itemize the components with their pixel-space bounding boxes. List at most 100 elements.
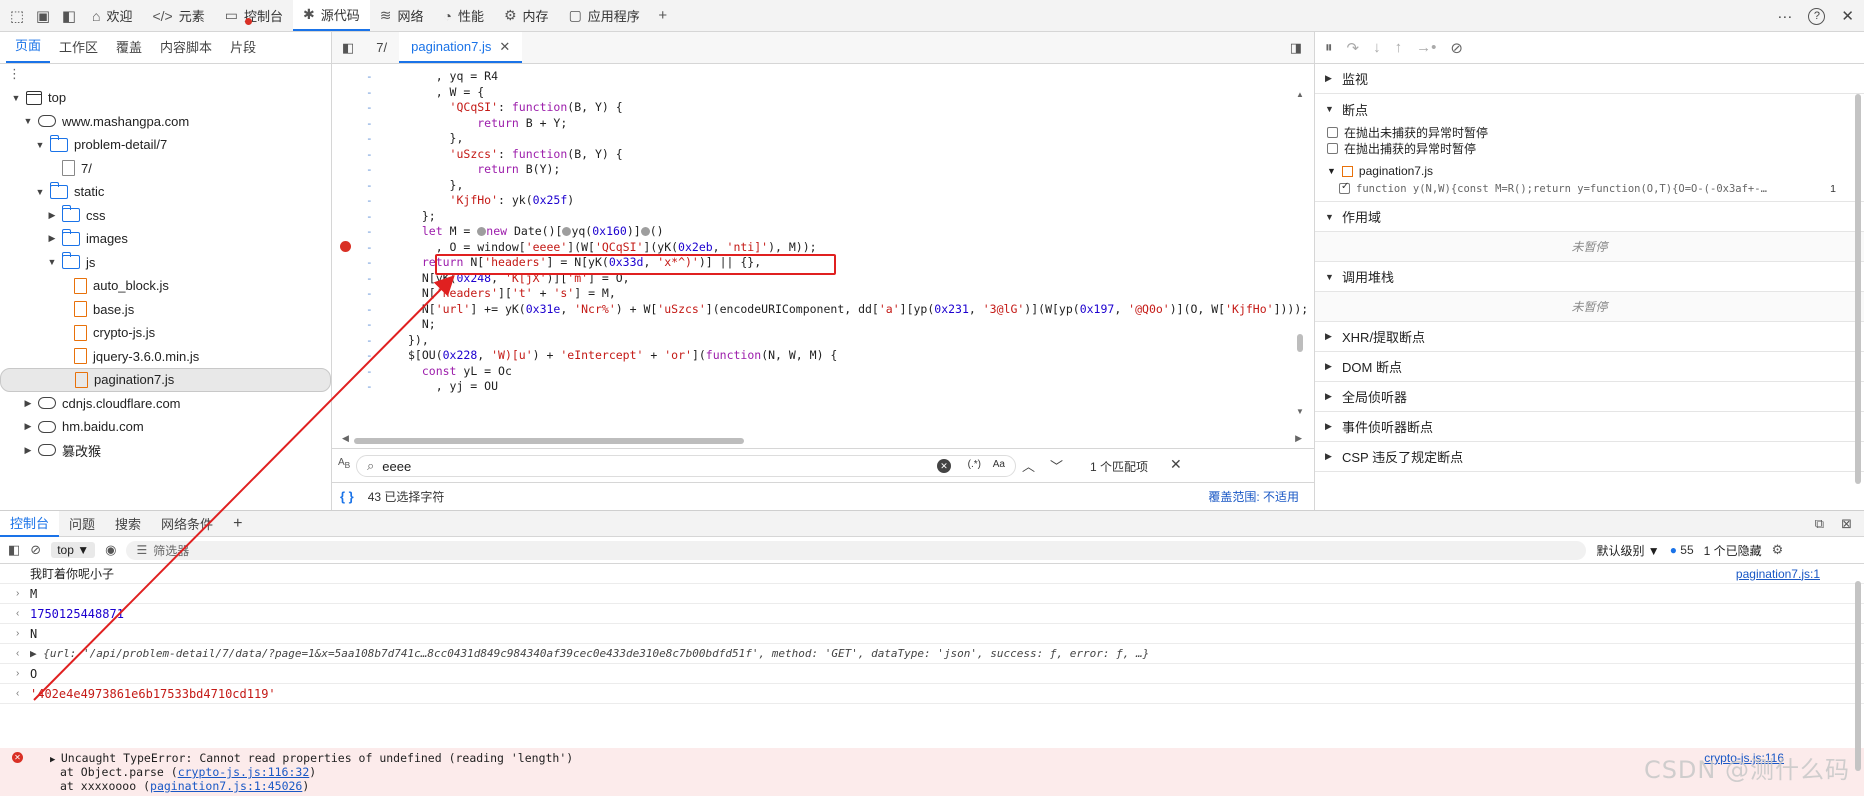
toggle-debugger-icon[interactable]: ◨ [1290,40,1302,56]
console-scrollbar[interactable] [1852,569,1862,794]
toggle-navigator-icon[interactable]: ◧ [332,32,364,63]
tree-item[interactable]: base.js [0,298,331,322]
tab-welcome[interactable]: ⌂欢迎 [82,0,142,31]
collapse-icon[interactable]: ▼ [22,116,34,126]
step-into-icon[interactable]: ↓ [1373,39,1381,56]
tab-console[interactable]: ▭控制台 [215,0,293,31]
console-row[interactable]: 我盯着你呢小子pagination7.js:1 [0,564,1864,584]
console-filter-input[interactable]: ☰筛选器 [126,541,1586,560]
inspect-icon[interactable]: ⬚ [4,3,30,29]
console-row[interactable]: ‹1750125448871 [0,604,1864,624]
watch-section[interactable]: ▶监视 [1315,64,1864,94]
log-level-select[interactable]: 默认级别 ▼ [1596,542,1659,559]
coverage-status[interactable]: 覆盖范围: 不适用 [1208,488,1299,505]
breakpoint-entry[interactable]: function y(N,W){const M=R();return y=fun… [1315,180,1864,202]
tree-item[interactable]: ▼top [0,86,331,110]
pause-icon[interactable]: ⏸ [1325,39,1333,56]
add-drawer-tab-button[interactable]: + [223,511,252,537]
tree-item[interactable]: jquery-3.6.0.min.js [0,345,331,369]
search-input[interactable]: ⌕ eeee ✕ (.*) Aa [356,455,1016,477]
next-match-icon[interactable]: ﹀ [1050,456,1063,475]
prev-match-icon[interactable]: ︿ [1022,456,1035,475]
navigator-menu-icon[interactable]: ⋮ [0,64,331,84]
checkbox[interactable] [1339,183,1350,194]
collapse-icon[interactable]: ▼ [34,187,46,197]
tab-snippets[interactable]: 片段 [221,37,265,63]
checkbox[interactable] [1327,143,1338,154]
tree-item[interactable]: ▼www.mashangpa.com [0,110,331,134]
drawer-tab-console[interactable]: 控制台 [0,511,59,537]
tree-item[interactable]: ▼static [0,180,331,204]
pause-caught-option[interactable]: 在抛出捕获的异常时暂停 [1315,140,1864,156]
tab-sources[interactable]: ✱源代码 [293,0,370,31]
source-link[interactable]: pagination7.js:1 [1736,567,1820,581]
tab-memory[interactable]: ⚙内存 [494,0,559,31]
deactivate-breakpoints-icon[interactable]: ⊘ [1450,39,1463,57]
expand-icon[interactable]: ▶ [46,210,58,221]
collapse-icon[interactable]: ▼ [34,140,46,150]
global-listeners-section[interactable]: ▶全局侦听器 [1315,382,1864,412]
replace-toggle-icon[interactable]: AB [338,457,350,470]
tree-item[interactable]: ▼problem-detail/7 [0,133,331,157]
context-selector[interactable]: top ▼ [51,542,95,558]
dom-section[interactable]: ▶DOM 断点 [1315,352,1864,382]
tab-7[interactable]: 7/ [364,32,399,63]
close-icon[interactable]: ✕ [1841,7,1854,25]
tree-item[interactable]: ▼js [0,251,331,275]
drawer-tab-network-conditions[interactable]: 网络条件 [151,511,223,537]
tab-application[interactable]: ▢应用程序 [559,0,650,31]
issues-counter[interactable]: ● 55 [1670,543,1694,557]
expand-icon[interactable]: ▶ [50,755,61,765]
tab-network[interactable]: ≋网络 [370,0,434,31]
drawer-tab-issues[interactable]: 问题 [59,511,105,537]
tab-pagination7[interactable]: pagination7.js✕ [399,32,522,63]
csp-section[interactable]: ▶CSP 违反了规定断点 [1315,442,1864,472]
console-row[interactable]: ›N [0,624,1864,644]
console-row[interactable]: ›O [0,664,1864,684]
expand-icon[interactable]: ▶ [22,445,34,456]
tab-workspace[interactable]: 工作区 [50,37,107,63]
error-message[interactable]: ✕ ▶ Uncaught TypeError: Cannot read prop… [0,748,1864,796]
pause-uncaught-option[interactable]: 在抛出未捕获的异常时暂停 [1315,124,1864,140]
breakpoints-section[interactable]: ▼断点 [1315,94,1864,124]
checkbox[interactable] [1327,127,1338,138]
expand-icon[interactable]: ▶ [22,421,34,432]
close-search-icon[interactable]: ✕ [1170,456,1182,473]
console-row[interactable]: ‹'402e4e4973861e6b17533bd4710cd119' [0,684,1864,704]
callstack-section[interactable]: ▼调用堆栈 [1315,262,1864,292]
device-toggle-icon[interactable]: ▣ [30,3,56,29]
tree-item[interactable]: ▶hm.baidu.com [0,415,331,439]
collapse-icon[interactable]: ▼ [46,257,58,267]
editor-scrollbar[interactable]: ▲ ▼ [1296,90,1304,416]
tree-item[interactable]: auto_block.js [0,274,331,298]
tab-page[interactable]: 页面 [6,35,50,63]
editor-hscrollbar[interactable]: ◀ ▶ [342,436,1302,446]
collapse-icon[interactable]: ▼ [10,93,22,103]
step-icon[interactable]: →• [1416,39,1436,56]
tab-overrides[interactable]: 覆盖 [107,37,151,63]
tab-performance[interactable]: ◔性能 [434,0,494,31]
code-line[interactable]: - , yj = OU [332,378,1315,396]
sidebar-toggle-icon[interactable]: ◧ [8,542,20,558]
breakpoint-marker[interactable] [340,241,351,252]
close-drawer-icon[interactable]: ⊠ [1841,516,1852,532]
scope-section[interactable]: ▼作用域 [1315,202,1864,232]
tab-content-scripts[interactable]: 内容脚本 [151,37,221,63]
tree-item[interactable]: crypto-js.js [0,321,331,345]
add-tab-button[interactable]: + [650,3,676,29]
console-row[interactable]: ›M [0,584,1864,604]
expand-icon[interactable]: ▶ [22,398,34,409]
tree-item[interactable]: ▶篡改猴 [0,439,331,463]
help-icon[interactable]: ? [1808,8,1825,25]
tree-item[interactable]: 7/ [0,157,331,181]
live-expression-icon[interactable]: ◉ [105,542,116,558]
drawer-tab-search[interactable]: 搜索 [105,511,151,537]
clear-search-icon[interactable]: ✕ [937,459,951,473]
tree-item[interactable]: pagination7.js [0,368,331,392]
step-over-icon[interactable]: ↷ [1347,39,1360,57]
event-listener-section[interactable]: ▶事件侦听器断点 [1315,412,1864,442]
expand-icon[interactable]: ▶ [46,233,58,244]
tree-item[interactable]: ▶cdnjs.cloudflare.com [0,392,331,416]
step-out-icon[interactable]: ↑ [1395,39,1403,56]
dock-drawer-icon[interactable]: ⧉ [1815,516,1824,532]
